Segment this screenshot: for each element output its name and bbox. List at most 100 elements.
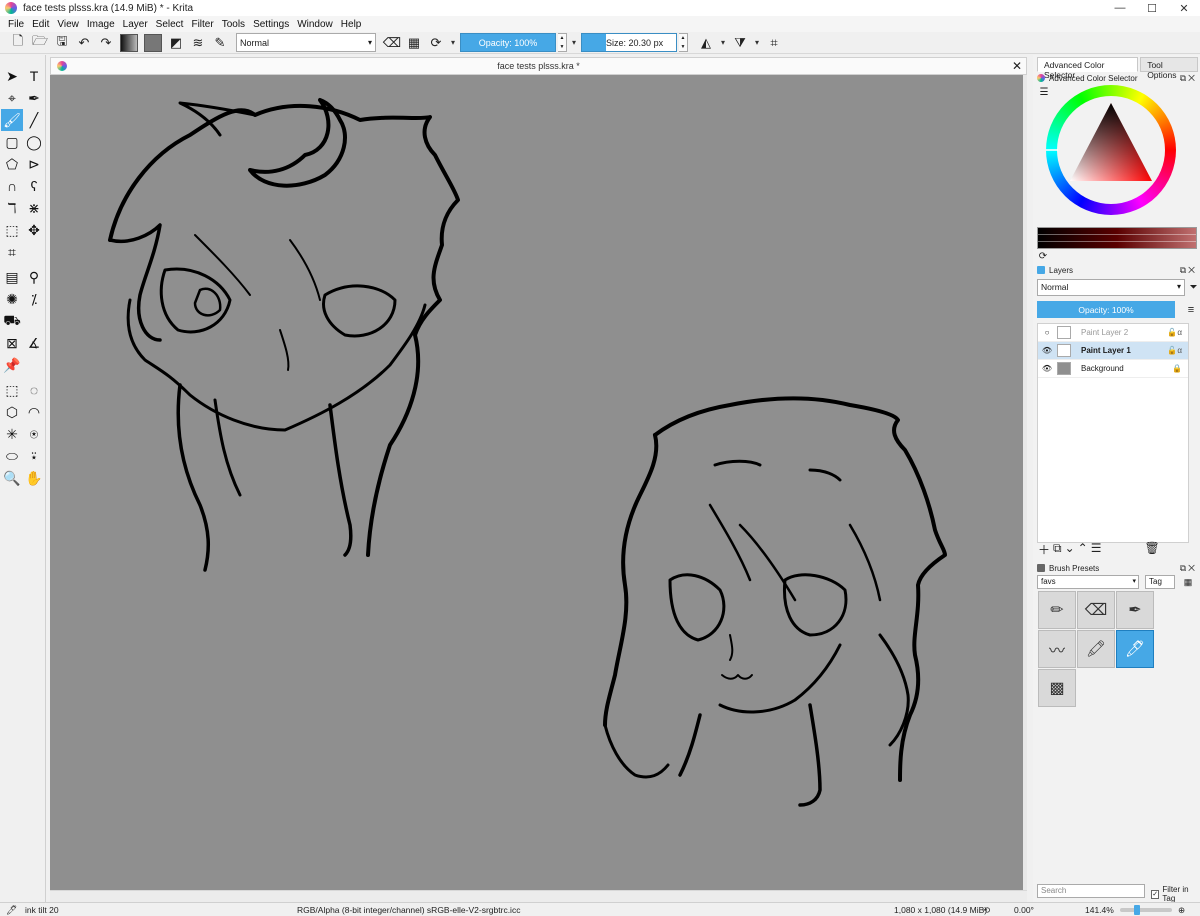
line-tool-icon[interactable]: ╱ — [23, 109, 45, 131]
size-slider[interactable]: Size: 20.30 px — [581, 33, 678, 52]
opacity-slider[interactable]: Opacity: 100% — [460, 33, 557, 52]
menu-settings[interactable]: Settings — [249, 19, 293, 30]
color-wheel[interactable] — [1046, 85, 1176, 215]
color-shade-strip[interactable] — [1037, 227, 1197, 249]
preset-airbrush-icon[interactable]: ✒ — [1116, 591, 1154, 629]
menu-layer[interactable]: Layer — [119, 19, 152, 30]
lock-icon[interactable]: 🔒 — [1172, 364, 1182, 373]
preset-texture-icon[interactable]: ▩ — [1038, 669, 1076, 707]
color-picker-icon[interactable]: ⚲ — [23, 266, 45, 288]
panel-float-close-icons[interactable]: ⧉✕ — [1180, 73, 1197, 84]
menu-window[interactable]: Window — [293, 19, 337, 30]
chevron-down-icon[interactable]: ▾ — [755, 38, 759, 47]
select-shapes-icon[interactable]: ➤ — [1, 65, 23, 87]
eraser-icon[interactable]: ⌫ — [382, 33, 402, 53]
multibrush-icon[interactable]: ⋇ — [23, 197, 45, 219]
gradient-swatch[interactable] — [120, 33, 138, 52]
filter-icon[interactable]: ⏷ — [1187, 279, 1200, 296]
magnetic-select-icon[interactable]: ⍣ — [23, 445, 45, 467]
close-button[interactable]: ✕ — [1168, 0, 1200, 16]
layer-menu-icon[interactable]: ≡ — [1183, 301, 1199, 318]
opacity-spinner[interactable]: ▲ ▼ — [558, 33, 568, 52]
checkbox-checked-icon[interactable]: ✓ — [1151, 889, 1160, 899]
brush-settings-icon[interactable]: ≋ — [188, 33, 208, 53]
bezier-select-icon[interactable]: ⬭ — [1, 445, 23, 467]
delete-layer-icon[interactable]: 🗑 — [1144, 541, 1159, 558]
tab-advanced-color-selector[interactable]: Advanced Color Selector — [1037, 57, 1139, 80]
redo-icon[interactable]: ↷ — [96, 33, 116, 53]
polygon-select-icon[interactable]: ⬡ — [1, 401, 23, 423]
open-folder-icon[interactable]: 🗁 — [30, 33, 50, 53]
measure-tool-icon[interactable]: ∡ — [23, 332, 45, 354]
gradient-tool-icon[interactable]: ▤ — [1, 266, 23, 288]
size-spinner[interactable]: ▲ ▼ — [679, 33, 689, 52]
tag-button[interactable]: Tag — [1145, 575, 1175, 589]
reference-tool-icon[interactable]: ⊠ — [1, 332, 23, 354]
zoom-tool-icon[interactable]: 🔍 — [1, 467, 23, 489]
wrap-around-icon[interactable]: ⌗ — [764, 33, 784, 53]
similar-select-icon[interactable]: ⍟ — [23, 423, 45, 445]
preset-search-input[interactable]: Search — [1037, 884, 1145, 898]
save-icon[interactable]: 🖫 — [52, 33, 72, 53]
add-layer-icon[interactable]: ＋ — [1038, 541, 1050, 558]
menu-edit[interactable]: Edit — [28, 19, 53, 30]
ellipse-select-icon[interactable]: ◌ — [23, 379, 45, 401]
layer-opacity-slider[interactable]: Opacity: 100% — [1037, 301, 1175, 318]
panel-float-close-icons[interactable]: ⧉✕ — [1180, 265, 1197, 276]
transform-tool-icon[interactable]: ⬚ — [1, 219, 23, 241]
blend-mode-select[interactable]: Normal ▾ — [236, 33, 376, 52]
new-document-icon[interactable]: 🗋 — [8, 33, 28, 53]
filter-in-tag-checkbox[interactable]: ✓ Filter in Tag — [1151, 885, 1200, 903]
preset-pencil-icon[interactable]: ✏ — [1038, 591, 1076, 629]
zoom-in-icon[interactable]: ⊕ — [1178, 905, 1185, 916]
rect-select-icon[interactable]: ⬚ — [1, 379, 23, 401]
preset-ink-tilt-icon[interactable]: 🖊 — [1116, 630, 1154, 668]
fg-bg-color-icon[interactable]: ◩ — [166, 33, 186, 53]
text-tool-icon[interactable]: T — [23, 65, 45, 87]
eye-icon[interactable]: 👁 — [1041, 364, 1053, 373]
menu-file[interactable]: File — [4, 19, 28, 30]
fill-tool-icon[interactable]: ⛟ — [1, 310, 23, 332]
preset-view-options-icon[interactable]: ▦ — [1181, 575, 1195, 589]
pan-pin-icon[interactable]: 📌 — [1, 354, 23, 376]
brush-preset-icon[interactable]: ✎ — [210, 33, 230, 53]
minimize-button[interactable]: — — [1104, 0, 1136, 16]
menu-image[interactable]: Image — [83, 19, 119, 30]
menu-select[interactable]: Select — [152, 19, 188, 30]
duplicate-layer-icon[interactable]: ⧉ — [1053, 541, 1062, 558]
drawing-canvas[interactable] — [50, 75, 1023, 890]
zoom-slider[interactable] — [1120, 905, 1172, 915]
menu-tools[interactable]: Tools — [218, 19, 249, 30]
layer-row[interactable]: ○ Paint Layer 2 🔓α — [1038, 324, 1188, 342]
chevron-down-icon[interactable]: ▾ — [721, 38, 725, 47]
smart-patch-icon[interactable]: ✺ — [1, 288, 23, 310]
preset-marker-icon[interactable]: 🖍 — [1077, 630, 1115, 668]
ellipse-tool-icon[interactable]: ◯ — [23, 131, 45, 153]
edit-shapes-icon[interactable]: ⌖ — [1, 87, 23, 109]
zoom-slider-knob[interactable] — [1134, 905, 1140, 915]
assistant-tool-icon[interactable]: ⁒ — [23, 288, 45, 310]
hidden-eye-icon[interactable]: ○ — [1041, 328, 1053, 337]
mirror-vertical-icon[interactable]: ⧩ — [730, 33, 750, 53]
bezier-tool-icon[interactable]: ∩ — [1, 175, 23, 197]
maximize-button[interactable]: ☐ — [1136, 0, 1168, 16]
reload-preset-icon[interactable]: ⟳ — [426, 33, 446, 53]
eye-icon[interactable]: 👁 — [1041, 346, 1053, 355]
pan-tool-icon[interactable]: ✋ — [23, 467, 45, 489]
crop-tool-icon[interactable]: ⌗ — [1, 241, 23, 263]
undo-icon[interactable]: ↶ — [74, 33, 94, 53]
chevron-down-icon[interactable]: ▾ — [451, 38, 455, 47]
color-triangle[interactable] — [1046, 85, 1176, 215]
polygon-tool-icon[interactable]: ⬠ — [1, 153, 23, 175]
menu-view[interactable]: View — [53, 19, 83, 30]
polyline-tool-icon[interactable]: ⊳ — [23, 153, 45, 175]
layer-row[interactable]: 👁 Paint Layer 1 🔓α — [1038, 342, 1188, 360]
freehand-path-icon[interactable]: ʕ — [23, 175, 45, 197]
vertical-scrollbar[interactable] — [1023, 75, 1027, 890]
move-layer-down-icon[interactable]: ⌄ — [1065, 541, 1075, 558]
horizontal-scrollbar[interactable] — [50, 890, 1027, 902]
pattern-swatch[interactable] — [144, 33, 162, 52]
mirror-horizontal-icon[interactable]: ◭ — [696, 33, 716, 53]
rotation-icon[interactable]: ⟲ — [983, 905, 990, 916]
lock-alpha-icons[interactable]: 🔓α — [1167, 346, 1182, 355]
